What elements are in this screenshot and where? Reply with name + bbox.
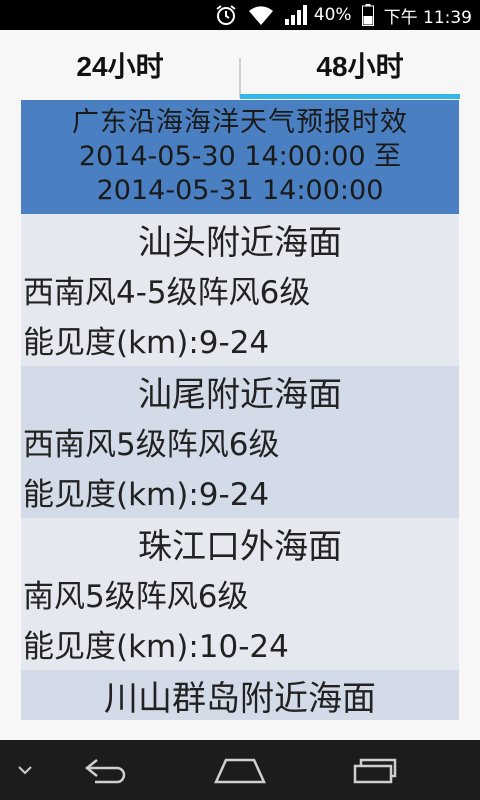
tab-24h-label: 24小时 [76,51,164,82]
status-bar: 40% 下午 11:39 [0,0,480,30]
tab-48h[interactable]: 48小时 [240,30,480,100]
tab-selected-indicator [240,94,460,99]
area-visibility: 能见度(km):10-24 [23,629,289,665]
battery-icon [361,4,374,26]
area-name: 川山群岛附近海面 [104,679,376,719]
chevron-down-icon[interactable] [10,740,40,800]
list-item: 珠江口外海面 南风5级阵风6级 能见度(km):10-24 [21,518,459,670]
area-visibility: 能见度(km):9-24 [23,325,270,361]
tab-24h[interactable]: 24小时 [0,30,240,100]
forecast-period-start: 2014-05-30 14:00:00 至 [78,141,402,172]
area-visibility: 能见度(km):9-24 [23,477,270,513]
alarm-icon [214,3,238,27]
list-item: 汕尾附近海面 西南风5级阵风6级 能见度(km):9-24 [21,366,459,518]
area-wind: 南风5级阵风6级 [23,579,249,615]
tab-48h-label: 48小时 [316,51,404,82]
forecast-list[interactable]: 广东沿海海洋天气预报时效 2014-05-30 14:00:00 至 2014-… [21,100,459,720]
status-time: 下午 11:39 [383,7,472,28]
recent-apps-icon[interactable] [340,740,410,800]
signal-icon [284,4,308,26]
forecast-header: 广东沿海海洋天气预报时效 2014-05-30 14:00:00 至 2014-… [21,100,459,214]
home-icon[interactable] [205,740,275,800]
tab-divider [239,58,241,98]
navigation-bar [0,740,480,800]
forecast-title: 广东沿海海洋天气预报时效 [72,107,408,138]
area-wind: 西南风4-5级阵风6级 [23,275,311,311]
wifi-icon [248,4,274,26]
area-wind: 西南风5级阵风6级 [23,427,280,463]
list-item: 川山群岛附近海面 [21,670,459,720]
forecast-period-end: 2014-05-31 14:00:00 [96,175,384,206]
area-name: 珠江口外海面 [138,527,342,567]
list-item: 汕头附近海面 西南风4-5级阵风6级 能见度(km):9-24 [21,214,459,366]
area-name: 汕头附近海面 [138,223,342,263]
area-name: 汕尾附近海面 [138,375,342,415]
battery-level: 40% [313,5,352,25]
back-icon[interactable] [72,740,142,800]
